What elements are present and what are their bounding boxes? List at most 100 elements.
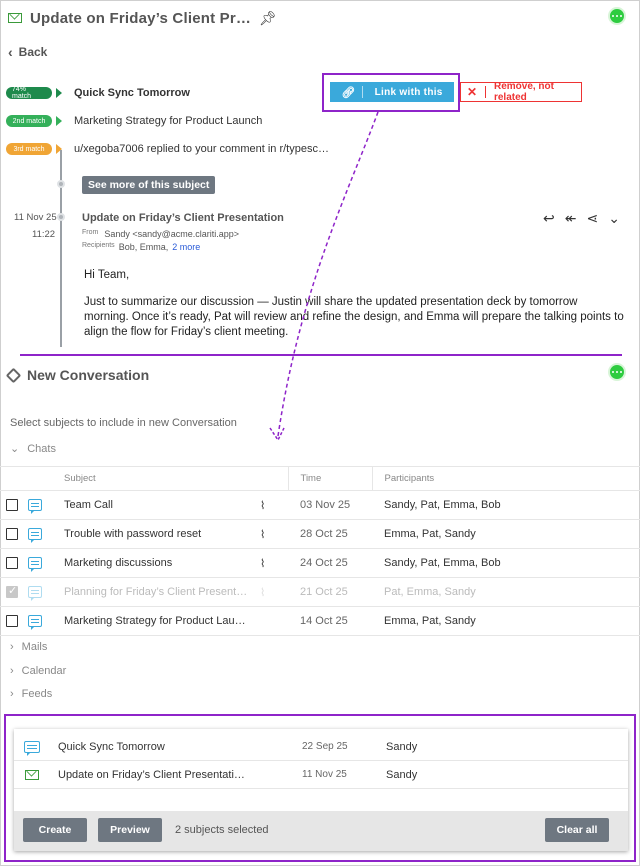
row-time: 21 Oct 25	[288, 577, 372, 607]
selected-participants: Sandy	[386, 768, 418, 781]
new-conversation-title: New Conversation	[27, 367, 150, 383]
chat-icon	[28, 499, 42, 515]
new-conversation-header: New Conversation	[5, 367, 150, 383]
hexagon-icon	[5, 367, 22, 383]
match-badge: 2nd match	[6, 115, 52, 127]
table-row[interactable]: Marketing discussions ⌇ 24 Oct 25 Sandy,…	[0, 548, 640, 578]
header: Update on Friday’s Client Pr… 📌︎	[8, 8, 277, 28]
chat-icon	[28, 615, 42, 631]
table-row[interactable]: Team Call ⌇ 03 Nov 25 Sandy, Pat, Emma, …	[0, 490, 640, 520]
reply-all-icon[interactable]: ↞	[565, 210, 577, 227]
row-time: 03 Nov 25	[288, 490, 372, 520]
selected-time: 22 Sep 25	[302, 741, 348, 752]
recipients-label: Recipients	[82, 242, 115, 249]
row-subject: Trouble with password reset	[64, 519, 260, 549]
match-subject: Marketing Strategy for Product Launch	[74, 115, 263, 127]
email-date: 11 Nov 25	[14, 212, 57, 223]
row-time: 28 Oct 25	[288, 519, 372, 549]
row-checkbox[interactable]	[6, 557, 18, 570]
column-participants[interactable]: Participants	[372, 466, 640, 491]
section-label: Calendar	[21, 665, 67, 677]
row-checkbox[interactable]	[6, 615, 18, 628]
row-checkbox[interactable]	[6, 499, 18, 512]
link-label: Link with this	[374, 86, 443, 98]
drag-arrow-head	[269, 427, 285, 442]
row-subject: Marketing discussions	[64, 548, 260, 578]
match-arrow-icon	[56, 88, 62, 98]
attachment-icon: ⌇	[260, 548, 288, 578]
chat-status-icon[interactable]	[608, 363, 626, 381]
email-subject[interactable]: Update on Friday’s Client Presentation	[82, 212, 284, 224]
column-time[interactable]: Time	[288, 466, 373, 491]
chat-icon	[28, 557, 42, 573]
match-item[interactable]: 2nd match Marketing Strategy for Product…	[6, 115, 262, 127]
mails-section-toggle[interactable]: › Mails	[10, 641, 47, 653]
match-arrow-icon	[56, 116, 62, 126]
match-badge: 74% match	[6, 86, 52, 100]
row-participants: Sandy, Pat, Emma, Bob	[372, 548, 640, 578]
divider	[361, 86, 363, 98]
row-subject: Planning for Friday’s Client Present…	[64, 577, 260, 607]
table-row[interactable]: Planning for Friday’s Client Present… ⌇ …	[0, 577, 640, 607]
back-button[interactable]: ‹ Back	[8, 44, 47, 60]
selected-time: 11 Nov 25	[302, 769, 347, 780]
remove-not-related-button[interactable]: ✕ Remove, not related	[460, 81, 582, 103]
calendar-section-toggle[interactable]: › Calendar	[10, 665, 66, 677]
selected-item[interactable]: Quick Sync Tomorrow 22 Sep 25 Sandy	[14, 733, 628, 761]
email-actions: ↩ ↞ ⋖ ⌄	[543, 210, 620, 227]
row-participants: Sandy, Pat, Emma, Bob	[372, 490, 640, 520]
chat-status-icon[interactable]	[608, 7, 626, 25]
selection-count: 2 subjects selected	[175, 824, 269, 836]
mail-icon	[8, 13, 22, 23]
from-label: From	[82, 229, 99, 236]
table-row[interactable]: Trouble with password reset ⌇ 28 Oct 25 …	[0, 519, 640, 549]
chat-icon	[24, 740, 40, 756]
link-with-this-button[interactable]: 🔗︎ Link with this	[330, 82, 454, 102]
close-icon: ✕	[467, 85, 478, 99]
more-recipients-link[interactable]: 2 more	[172, 242, 200, 252]
match-subject: Quick Sync Tomorrow	[74, 87, 190, 99]
chevron-right-icon: ›	[10, 688, 14, 700]
see-more-button[interactable]: See more of this subject	[82, 176, 216, 194]
table-row[interactable]: Marketing Strategy for Product Lau… 14 O…	[0, 606, 640, 636]
email-recipients: Recipients Bob, Emma, 2 more	[82, 242, 200, 252]
link-icon: 🔗︎	[341, 86, 356, 99]
section-label: Feeds	[21, 688, 53, 700]
chat-icon	[28, 586, 42, 602]
divider	[485, 86, 486, 98]
row-subject: Team Call	[64, 490, 260, 520]
table-header: Subject Time Participants	[0, 466, 640, 491]
attachment-icon: ⌇	[260, 490, 288, 520]
selection-footer: Create Preview 2 subjects selected Clear…	[14, 811, 628, 851]
chats-label: Chats	[27, 442, 56, 455]
feeds-section-toggle[interactable]: › Feeds	[10, 688, 52, 700]
reply-icon[interactable]: ↩	[543, 210, 555, 227]
row-subject: Marketing Strategy for Product Lau…	[64, 606, 260, 636]
preview-button[interactable]: Preview	[98, 818, 162, 842]
match-item[interactable]: 74% match Quick Sync Tomorrow	[6, 86, 190, 100]
row-checkbox-checked[interactable]	[6, 584, 18, 599]
create-button[interactable]: Create	[23, 818, 87, 842]
share-icon[interactable]: ⋖	[586, 210, 598, 227]
row-time: 14 Oct 25	[288, 606, 372, 636]
page-title: Update on Friday’s Client Pr…	[30, 9, 252, 27]
email-from: From Sandy <sandy@acme.clariti.app>	[82, 229, 239, 239]
instructions: Select subjects to include in new Conver…	[10, 417, 237, 429]
chevron-right-icon: ›	[10, 641, 14, 653]
remove-label: Remove, not related	[493, 81, 554, 103]
chevron-down-icon[interactable]: ⌄	[608, 210, 620, 227]
column-subject[interactable]: Subject	[64, 466, 260, 491]
email-time: 11:22	[32, 229, 56, 240]
row-checkbox[interactable]	[6, 528, 18, 541]
chats-section-toggle[interactable]: ⌄ Chats	[10, 442, 56, 456]
selected-participants: Sandy	[386, 740, 418, 753]
pin-icon[interactable]: 📌︎	[259, 10, 277, 27]
chevron-down-icon: ⌄	[10, 443, 20, 455]
mail-icon	[25, 769, 39, 780]
section-label: Mails	[21, 641, 48, 653]
clear-all-button[interactable]: Clear all	[545, 818, 609, 842]
row-participants: Emma, Pat, Sandy	[372, 519, 640, 549]
selected-item[interactable]: Update on Friday’s Client Presentati… 11…	[14, 761, 628, 789]
selected-subject: Update on Friday’s Client Presentati…	[58, 768, 245, 781]
timeline-node	[57, 180, 65, 188]
